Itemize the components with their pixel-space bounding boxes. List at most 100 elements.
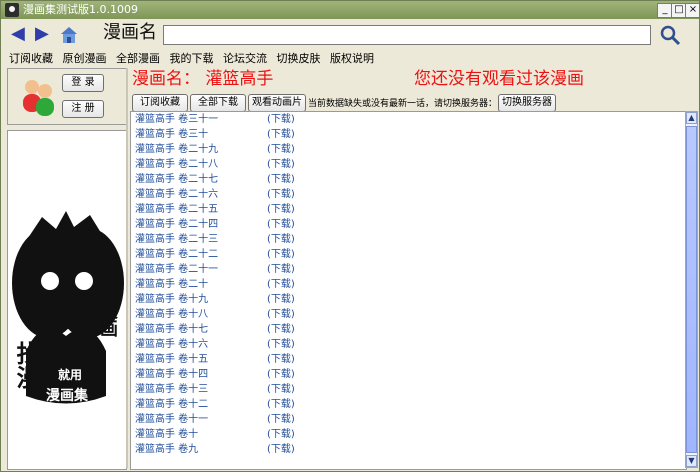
chapter-title[interactable]: 灌篮高手 卷二十五	[135, 202, 267, 217]
chapter-download-link[interactable]: (下载)	[267, 219, 295, 230]
chapter-title[interactable]: 灌篮高手 卷十二	[135, 397, 267, 412]
chapter-title[interactable]: 灌篮高手 卷三十一	[135, 112, 267, 127]
back-arrow-icon[interactable]: ◀	[11, 25, 27, 43]
menu-item-skin[interactable]: 切换皮肤	[277, 52, 321, 65]
chapter-title[interactable]: 灌篮高手 卷二十一	[135, 262, 267, 277]
subscribe-button[interactable]: 订阅收藏	[132, 94, 188, 112]
chapter-row[interactable]: 灌篮高手 卷十 (下载)	[135, 427, 295, 442]
site-name-label: 漫画名	[103, 22, 157, 43]
chapter-download-link[interactable]: (下载)	[267, 114, 295, 125]
chapter-download-link[interactable]: (下载)	[267, 324, 295, 335]
chapter-download-link[interactable]: (下载)	[267, 429, 295, 440]
scroll-thumb[interactable]	[686, 126, 697, 453]
scroll-down-button[interactable]: ▼	[686, 455, 697, 467]
chapter-title[interactable]: 灌篮高手 卷九	[135, 442, 267, 457]
comic-status: 您还没有观看过该漫画	[414, 69, 584, 89]
chapter-row[interactable]: 灌篮高手 卷三十一 (下载)	[135, 112, 295, 127]
chapter-row[interactable]: 灌篮高手 卷二十三 (下载)	[135, 232, 295, 247]
chapter-row[interactable]: 灌篮高手 卷二十六 (下载)	[135, 187, 295, 202]
chapter-row[interactable]: 灌篮高手 卷十五 (下载)	[135, 352, 295, 367]
chapter-row[interactable]: 灌篮高手 卷十四 (下载)	[135, 367, 295, 382]
chapter-download-link[interactable]: (下载)	[267, 414, 295, 425]
chapter-row[interactable]: 灌篮高手 卷二十九 (下载)	[135, 142, 295, 157]
chapter-row[interactable]: 灌篮高手 卷二十七 (下载)	[135, 172, 295, 187]
chapter-download-link[interactable]: (下载)	[267, 369, 295, 380]
home-icon[interactable]	[59, 25, 79, 45]
chapter-row[interactable]: 灌篮高手 卷十六 (下载)	[135, 337, 295, 352]
chapter-row[interactable]: 灌篮高手 卷十二 (下载)	[135, 397, 295, 412]
menu-item-subscribe[interactable]: 订阅收藏	[9, 52, 53, 65]
chapter-download-link[interactable]: (下载)	[267, 249, 295, 260]
chapter-row[interactable]: 灌篮高手 卷十一 (下载)	[135, 412, 295, 427]
chapter-download-link[interactable]: (下载)	[267, 354, 295, 365]
chapter-download-link[interactable]: (下载)	[267, 129, 295, 140]
register-button[interactable]: 注 册	[62, 100, 104, 118]
chapter-row[interactable]: 灌篮高手 卷三十 (下载)	[135, 127, 295, 142]
chapter-title[interactable]: 灌篮高手 卷十四	[135, 367, 267, 382]
chapter-download-link[interactable]: (下载)	[267, 384, 295, 395]
app-icon	[5, 3, 19, 17]
menu-item-all[interactable]: 全部漫画	[116, 52, 160, 65]
chapter-row[interactable]: 灌篮高手 卷二十 (下载)	[135, 277, 295, 292]
chapter-row[interactable]: 灌篮高手 卷二十四 (下载)	[135, 217, 295, 232]
chapter-row[interactable]: 灌篮高手 卷二十八 (下载)	[135, 157, 295, 172]
comic-detail-panel: 漫画名： 灌篮高手 您还没有观看过该漫画 订阅收藏 全部下载 观看动画片 当前数…	[130, 68, 698, 470]
chapter-list[interactable]: 灌篮高手 卷三十一 (下载) 灌篮高手 卷三十 (下载) 灌篮高手 卷二十九 (下载)…	[130, 111, 687, 470]
chapter-download-link[interactable]: (下载)	[267, 444, 295, 455]
chapter-title[interactable]: 灌篮高手 卷二十八	[135, 157, 267, 172]
chapter-download-link[interactable]: (下载)	[267, 189, 295, 200]
chapter-title[interactable]: 灌篮高手 卷二十三	[135, 232, 267, 247]
chapter-title[interactable]: 灌篮高手 卷二十六	[135, 187, 267, 202]
chapter-title[interactable]: 灌篮高手 卷二十四	[135, 217, 267, 232]
chapter-title[interactable]: 灌篮高手 卷十一	[135, 412, 267, 427]
download-all-button[interactable]: 全部下载	[190, 94, 246, 112]
menu-item-original[interactable]: 原创漫画	[63, 52, 107, 65]
chapter-row[interactable]: 灌篮高手 卷十九 (下载)	[135, 292, 295, 307]
chapter-title[interactable]: 灌篮高手 卷十八	[135, 307, 267, 322]
chapter-title[interactable]: 灌篮高手 卷三十	[135, 127, 267, 142]
chapter-download-link[interactable]: (下载)	[267, 309, 295, 320]
chapter-row[interactable]: 灌篮高手 卷二十一 (下载)	[135, 262, 295, 277]
search-icon[interactable]	[659, 24, 681, 46]
chapter-row[interactable]: 灌篮高手 卷十八 (下载)	[135, 307, 295, 322]
scroll-up-button[interactable]: ▲	[686, 112, 697, 124]
chapter-title[interactable]: 灌篮高手 卷十六	[135, 337, 267, 352]
forward-arrow-icon[interactable]: ▶	[35, 25, 51, 43]
comic-name: 灌篮高手	[205, 69, 274, 89]
chapter-download-link[interactable]: (下载)	[267, 339, 295, 350]
title-bar[interactable]: 漫画集测试版1.0.1009 _ □ ×	[1, 1, 699, 19]
watch-anime-button[interactable]: 观看动画片	[248, 94, 306, 112]
chapter-title[interactable]: 灌篮高手 卷二十二	[135, 247, 267, 262]
chapter-title[interactable]: 灌篮高手 卷十九	[135, 292, 267, 307]
chapter-download-link[interactable]: (下载)	[267, 234, 295, 245]
chapter-download-link[interactable]: (下载)	[267, 144, 295, 155]
chapter-row[interactable]: 灌篮高手 卷十三 (下载)	[135, 382, 295, 397]
chapter-title[interactable]: 灌篮高手 卷十三	[135, 382, 267, 397]
chapter-title[interactable]: 灌篮高手 卷二十	[135, 277, 267, 292]
chapter-download-link[interactable]: (下载)	[267, 204, 295, 215]
chapter-title[interactable]: 灌篮高手 卷二十七	[135, 172, 267, 187]
chapter-download-link[interactable]: (下载)	[267, 174, 295, 185]
chapter-download-link[interactable]: (下载)	[267, 279, 295, 290]
chapter-title[interactable]: 灌篮高手 卷十五	[135, 352, 267, 367]
panel-divider[interactable]	[126, 68, 128, 468]
switch-server-button[interactable]: 切换服务器	[498, 94, 556, 112]
chapter-download-link[interactable]: (下载)	[267, 399, 295, 410]
close-button[interactable]: ×	[685, 3, 699, 18]
menu-item-forum[interactable]: 论坛交流	[223, 52, 267, 65]
chapter-title[interactable]: 灌篮高手 卷十	[135, 427, 267, 442]
login-button[interactable]: 登 录	[62, 74, 104, 92]
search-input[interactable]	[163, 25, 651, 45]
chapter-download-link[interactable]: (下载)	[267, 264, 295, 275]
chapter-row[interactable]: 灌篮高手 卷二十五 (下载)	[135, 202, 295, 217]
chapter-row[interactable]: 灌篮高手 卷二十二 (下载)	[135, 247, 295, 262]
chapter-download-link[interactable]: (下载)	[267, 294, 295, 305]
menu-item-copyright[interactable]: 版权说明	[330, 52, 374, 65]
chapter-title[interactable]: 灌篮高手 卷二十九	[135, 142, 267, 157]
chapter-row[interactable]: 灌篮高手 卷十七 (下载)	[135, 322, 295, 337]
chapter-row[interactable]: 灌篮高手 卷九 (下载)	[135, 442, 295, 457]
menu-item-downloads[interactable]: 我的下载	[170, 52, 214, 65]
chapter-title[interactable]: 灌篮高手 卷十七	[135, 322, 267, 337]
chapter-download-link[interactable]: (下载)	[267, 159, 295, 170]
chapter-scrollbar[interactable]: ▲ ▼	[685, 111, 698, 468]
